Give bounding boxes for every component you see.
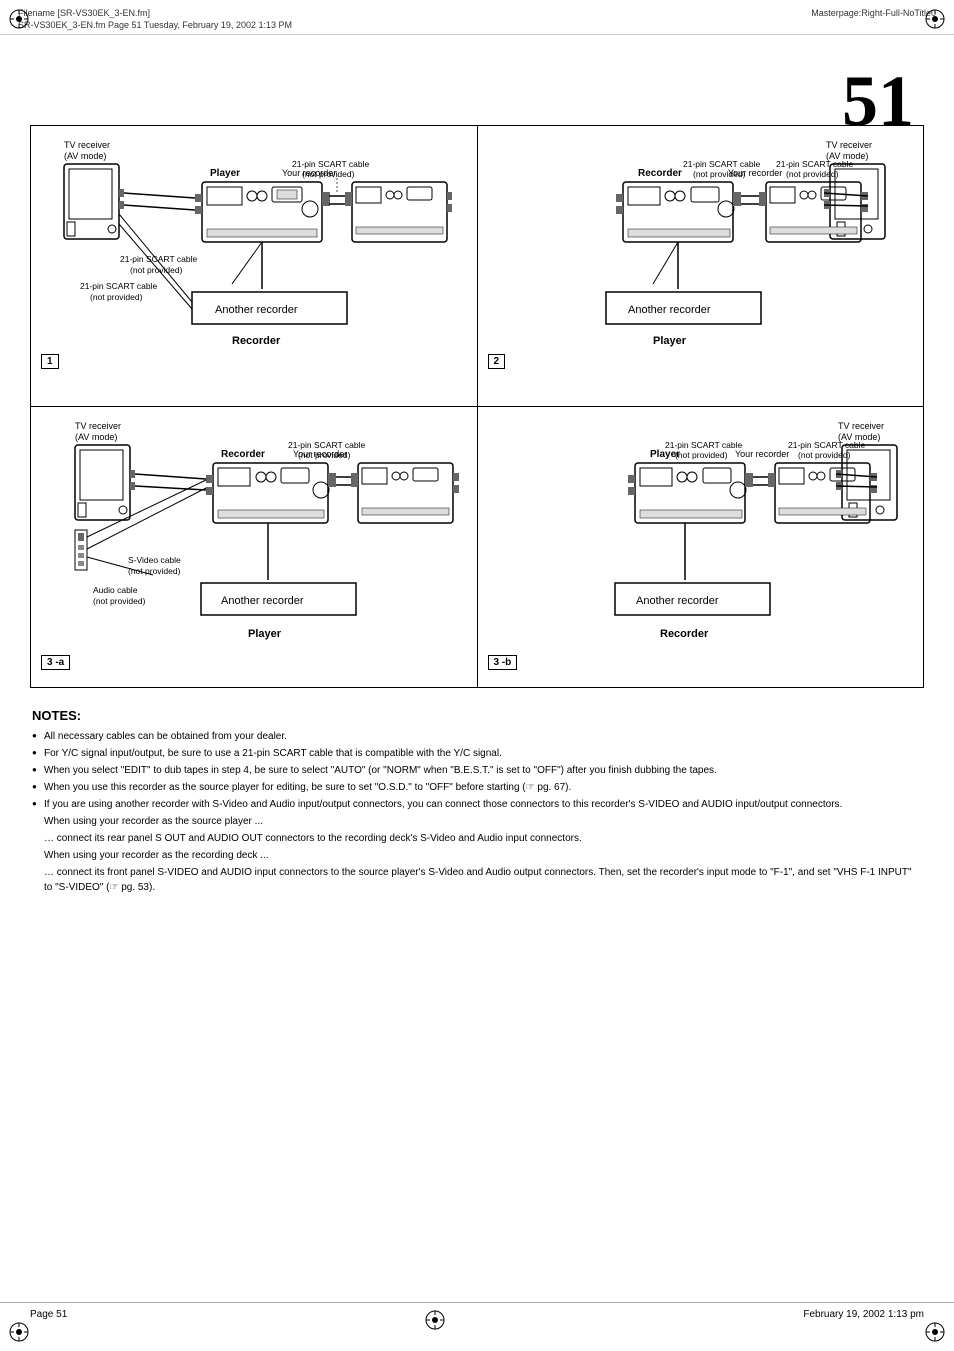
- note-item-2: For Y/C signal input/output, be sure to …: [32, 746, 922, 761]
- note-continuation-3: When using your recorder as the recordin…: [32, 848, 922, 863]
- page-header: Filename [SR-VS30EK_3-EN.fm] SR-VS30EK_3…: [0, 0, 954, 35]
- svg-text:(not provided): (not provided): [302, 169, 355, 179]
- svg-text:(not provided): (not provided): [798, 450, 851, 460]
- svg-text:(not provided): (not provided): [93, 596, 146, 606]
- diagram-label-3a: 3 -a: [41, 655, 70, 670]
- svg-text:(AV mode): (AV mode): [64, 151, 106, 161]
- diagram-cell-2-2: 3 -b Player Your recorder TV receiver (A…: [478, 407, 924, 687]
- svg-text:Recorder: Recorder: [232, 335, 281, 347]
- diagram-cell-1-1: 1 TV receiver (AV mode) Player: [31, 126, 478, 406]
- svg-text:21-pin SCART cable: 21-pin SCART cable: [288, 440, 365, 450]
- svg-text:21-pin SCART cable: 21-pin SCART cable: [683, 159, 760, 169]
- diagram-label-1: 1: [41, 354, 59, 369]
- svg-text:Another recorder: Another recorder: [636, 595, 719, 607]
- diagrams-container: 1 TV receiver (AV mode) Player: [30, 125, 924, 688]
- diagram-row-2: 3 -a TV receiver (AV mode): [31, 407, 923, 687]
- svg-text:TV receiver: TV receiver: [826, 140, 872, 150]
- diagram-3a-svg: TV receiver (AV mode) Recorder: [73, 415, 463, 665]
- svg-text:21-pin SCART cable: 21-pin SCART cable: [788, 440, 865, 450]
- svg-text:21-pin SCART cable: 21-pin SCART cable: [80, 281, 157, 291]
- svg-text:21-pin SCART cable: 21-pin SCART cable: [292, 159, 369, 169]
- svg-text:(not provided): (not provided): [130, 265, 183, 275]
- footer-date-right: February 19, 2002 1:13 pm: [803, 1309, 924, 1331]
- svg-text:21-pin SCART cable: 21-pin SCART cable: [665, 440, 742, 450]
- svg-text:(AV mode): (AV mode): [75, 432, 117, 442]
- svg-text:(not provided): (not provided): [298, 450, 351, 460]
- notes-list: All necessary cables can be obtained fro…: [32, 729, 922, 812]
- footer-page-left: Page 51: [30, 1309, 67, 1331]
- svg-text:(not provided): (not provided): [786, 169, 839, 179]
- note-continuation-2: … connect its rear panel S OUT and AUDIO…: [32, 831, 922, 846]
- page-footer: Page 51 February 19, 2002 1:13 pm: [0, 1302, 954, 1331]
- svg-text:Another recorder: Another recorder: [221, 595, 304, 607]
- note-continuation-4: … connect its front panel S-VIDEO and AU…: [32, 865, 922, 895]
- svg-text:21-pin SCART cable: 21-pin SCART cable: [776, 159, 853, 169]
- corner-decoration-tr: [924, 8, 946, 30]
- masterpage-label: Masterpage:Right-Full-NoTitle0: [811, 8, 936, 18]
- svg-text:Another recorder: Another recorder: [215, 304, 298, 316]
- svg-text:TV receiver: TV receiver: [838, 421, 884, 431]
- header-left: Filename [SR-VS30EK_3-EN.fm] SR-VS30EK_3…: [18, 8, 292, 30]
- svg-text:Player: Player: [653, 335, 687, 347]
- svg-text:(not provided): (not provided): [90, 292, 143, 302]
- filename-label: Filename [SR-VS30EK_3-EN.fm]: [18, 8, 292, 18]
- diagram-2-svg: Recorder Your recorder TV receiver (AV m…: [508, 134, 898, 364]
- svg-text:(not provided): (not provided): [693, 169, 746, 179]
- fm-line-label: SR-VS30EK_3-EN.fm Page 51 Tuesday, Febru…: [18, 20, 292, 30]
- note-item-5: If you are using another recorder with S…: [32, 797, 922, 812]
- svg-text:Recorder: Recorder: [638, 168, 682, 179]
- svg-text:Another recorder: Another recorder: [628, 304, 711, 316]
- svg-text:Recorder: Recorder: [660, 628, 709, 640]
- svg-text:(not provided): (not provided): [675, 450, 728, 460]
- svg-text:S-Video cable: S-Video cable: [128, 555, 181, 565]
- diagram-row-1: 1 TV receiver (AV mode) Player: [31, 126, 923, 407]
- diagram-label-3b: 3 -b: [488, 655, 518, 670]
- diagram-cell-2-1: 3 -a TV receiver (AV mode): [31, 407, 478, 687]
- note-item-3: When you select "EDIT" to dub tapes in s…: [32, 763, 922, 778]
- footer-compass-icon: [424, 1309, 446, 1331]
- diagram-1-svg: TV receiver (AV mode) Player Your record…: [62, 134, 452, 364]
- svg-text:Player: Player: [210, 168, 240, 179]
- diagram-cell-1-2: 2 Recorder Your recorder TV receiver (AV…: [478, 126, 924, 406]
- corner-decoration-tl: [8, 8, 30, 30]
- note-continuation-1: When using your recorder as the source p…: [32, 814, 922, 829]
- svg-text:Player: Player: [248, 628, 282, 640]
- diagram-label-2: 2: [488, 354, 506, 369]
- svg-text:(not provided): (not provided): [128, 566, 181, 576]
- notes-title: NOTES:: [32, 708, 922, 723]
- diagram-3b-svg: Player Your recorder TV receiver (AV mod…: [520, 415, 910, 665]
- svg-text:Recorder: Recorder: [221, 449, 265, 460]
- note-item-4: When you use this recorder as the source…: [32, 780, 922, 795]
- svg-text:TV receiver: TV receiver: [75, 421, 121, 431]
- svg-text:Your recorder: Your recorder: [735, 449, 789, 459]
- svg-text:TV receiver: TV receiver: [64, 140, 110, 150]
- notes-section: NOTES: All necessary cables can be obtai…: [30, 708, 924, 895]
- main-content: 1 TV receiver (AV mode) Player: [0, 35, 954, 917]
- note-item-1: All necessary cables can be obtained fro…: [32, 729, 922, 744]
- svg-text:Audio cable: Audio cable: [93, 585, 138, 595]
